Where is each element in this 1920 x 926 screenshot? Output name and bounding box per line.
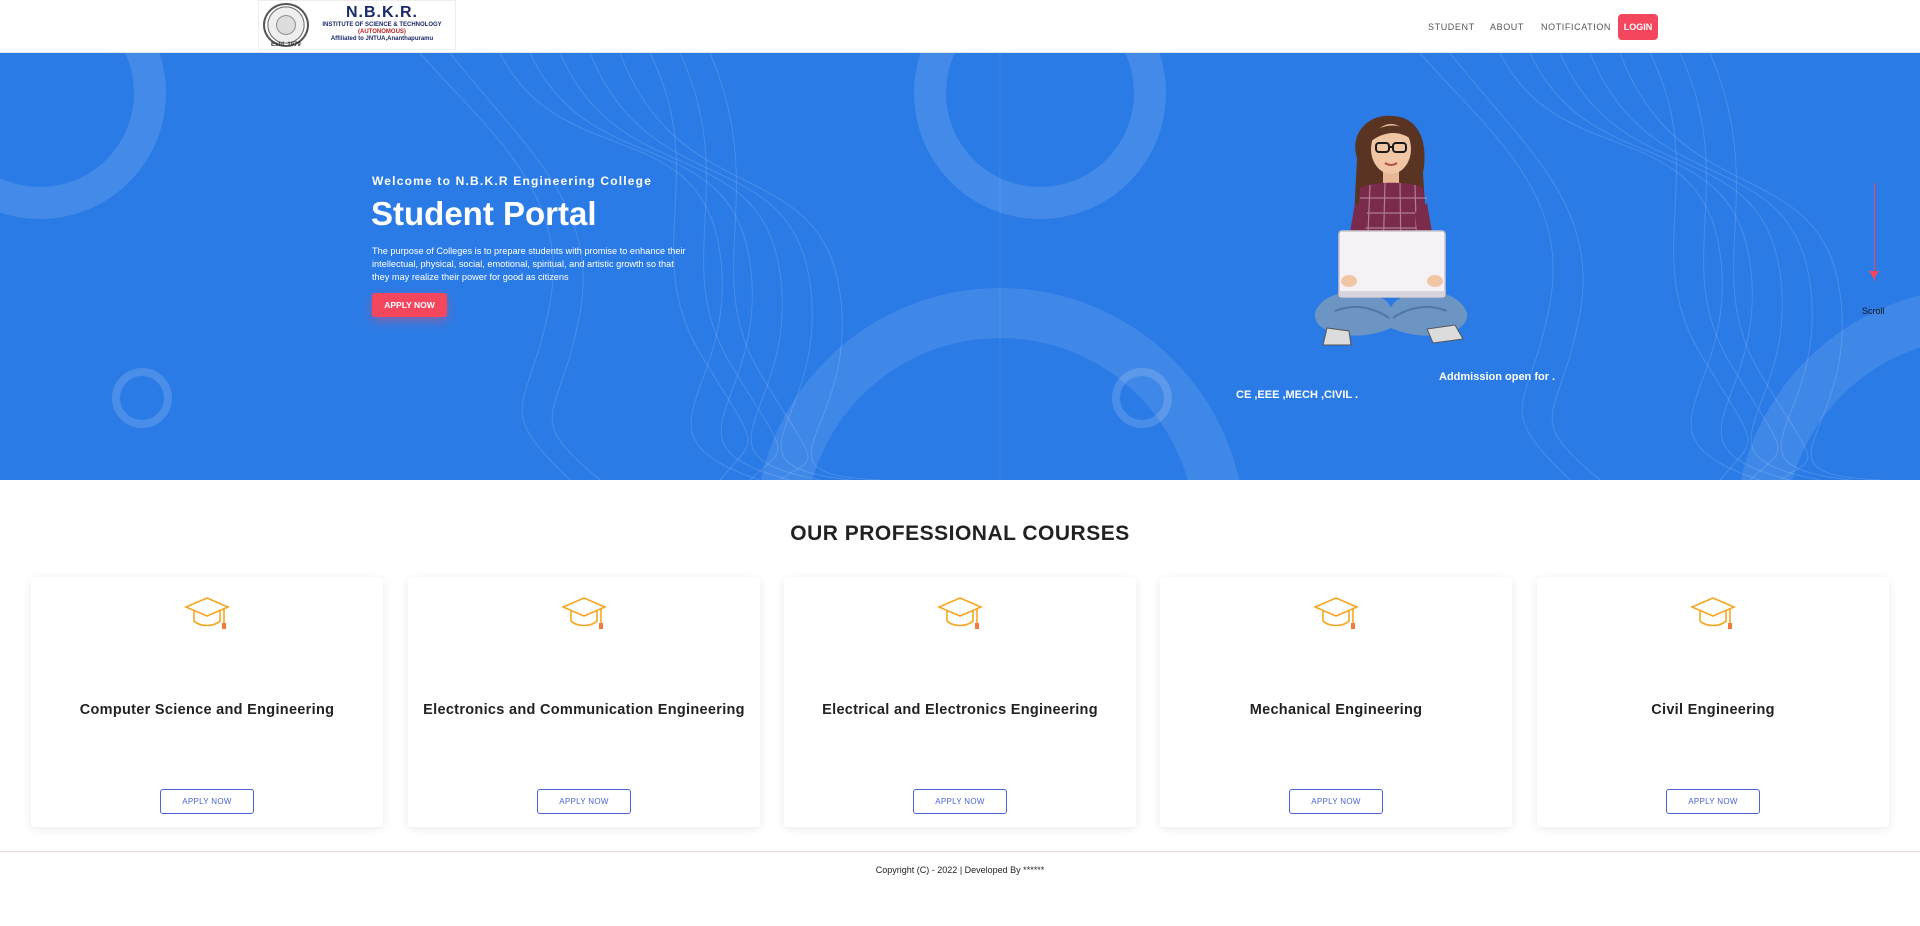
scroll-arrow-icon[interactable] <box>1869 271 1879 279</box>
course-name: Electronics and Communication Engineerin… <box>423 702 745 718</box>
graduation-cap-icon <box>1690 597 1736 629</box>
course-card-civil: Civil Engineering APPLY NOW <box>1537 577 1889 827</box>
course-card-eee: Electrical and Electronics Engineering A… <box>784 577 1136 827</box>
course-apply-button[interactable]: APPLY NOW <box>160 789 254 814</box>
course-name: Mechanical Engineering <box>1249 702 1423 718</box>
footer-copyright: Copyright (C) - 2022 | Developed By ****… <box>875 865 1045 875</box>
hero-welcome-text: Welcome to N.B.K.R Engineering College <box>372 174 653 188</box>
nav-notification-link[interactable]: NOTIFICATION <box>1541 14 1611 40</box>
footer-divider <box>0 851 1920 852</box>
graduation-cap-icon <box>937 597 983 629</box>
student-illustration <box>1314 115 1468 346</box>
hero-background-pattern <box>0 53 1920 480</box>
college-seal-icon <box>263 3 309 47</box>
nav-student-link[interactable]: STUDENT <box>1428 14 1475 40</box>
course-name: Computer Science and Engineering <box>79 702 335 718</box>
course-card-ece: Electronics and Communication Engineerin… <box>408 577 760 827</box>
logo-autonomous: (AUTONOMOUS) <box>358 29 406 35</box>
course-apply-button[interactable]: APPLY NOW <box>913 789 1007 814</box>
scroll-label[interactable]: Scroll <box>1862 306 1885 316</box>
hero-banner: Welcome to N.B.K.R Engineering College S… <box>0 53 1920 480</box>
logo-institute: INSTITUTE OF SCIENCE & TECHNOLOGY <box>322 22 442 28</box>
scroll-indicator-line <box>1874 183 1875 281</box>
logo-affiliation: Affiliated to JNTUA,Ananthapuramu <box>330 36 434 42</box>
courses-section-title: OUR PROFESSIONAL COURSES <box>790 522 1130 545</box>
admission-open-text: Addmission open for . <box>1439 371 1556 383</box>
graduation-cap-icon <box>184 597 230 629</box>
course-apply-button[interactable]: APPLY NOW <box>1289 789 1383 814</box>
top-navbar: Estd. 1979 N.B.K.R. INSTITUTE OF SCIENCE… <box>0 0 1920 53</box>
branches-ticker: CE ,EEE ,MECH ,CIVIL . <box>1236 389 1359 401</box>
course-name: Civil Engineering <box>1651 702 1775 718</box>
course-card-cse: Computer Science and Engineering APPLY N… <box>31 577 383 827</box>
graduation-cap-icon <box>1313 597 1359 629</box>
course-name: Electrical and Electronics Engineering <box>822 702 1098 718</box>
login-button[interactable]: LOGIN <box>1618 14 1658 40</box>
college-logo[interactable]: Estd. 1979 N.B.K.R. INSTITUTE OF SCIENCE… <box>258 0 456 50</box>
graduation-cap-icon <box>561 597 607 629</box>
hero-apply-button[interactable]: APPLY NOW <box>372 293 447 317</box>
hero-title: Student Portal <box>371 195 597 232</box>
course-card-mech: Mechanical Engineering APPLY NOW <box>1160 577 1512 827</box>
logo-name: N.B.K.R. <box>346 4 418 21</box>
hero-description: The purpose of Colleges is to prepare st… <box>372 246 686 282</box>
course-apply-button[interactable]: APPLY NOW <box>1666 789 1760 814</box>
course-apply-button[interactable]: APPLY NOW <box>537 789 631 814</box>
nav-about-link[interactable]: ABOUT <box>1490 14 1524 40</box>
logo-estd: Estd. 1979 <box>271 42 301 48</box>
